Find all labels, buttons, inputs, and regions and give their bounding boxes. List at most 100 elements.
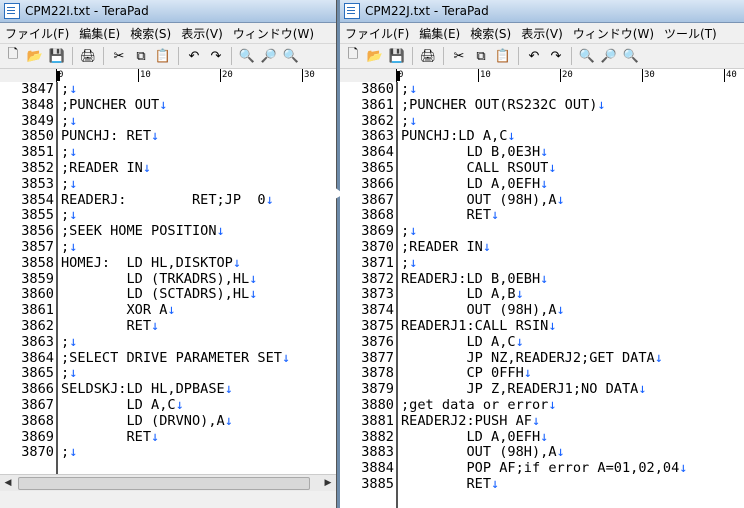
menu-tools[interactable]: ツール(T) [659, 25, 722, 42]
code-line[interactable]: XOR A↓ [61, 302, 290, 319]
code-line[interactable]: ;↓ [61, 239, 290, 256]
line-number: 3860 [361, 81, 394, 97]
menu-edit[interactable]: 編集(E) [74, 25, 125, 42]
find-icon[interactable]: 🔍 [238, 47, 256, 65]
left-editor[interactable]: 3847 3848 3849 3850 3851 3852 3853 3854 3855 3856… [0, 81, 336, 474]
right-titlebar[interactable]: CPM22J.txt - TeraPad [340, 0, 744, 23]
code-line[interactable]: READERJ2:PUSH AF↓ [401, 413, 687, 430]
menu-view[interactable]: 表示(V) [516, 25, 568, 42]
print-icon[interactable]: 🖨 [79, 47, 97, 65]
ruler-tick: 20 [560, 69, 573, 83]
code-line[interactable]: LD (DRVNO),A↓ [61, 413, 290, 430]
redo-icon[interactable]: ↷ [547, 47, 565, 65]
copy-icon[interactable]: ⧉ [132, 47, 150, 65]
code-line[interactable]: ;SEEK HOME POSITION↓ [61, 223, 290, 240]
code-line[interactable]: READERJ:LD B,0EBH↓ [401, 271, 687, 288]
code-line[interactable]: CP 0FFH↓ [401, 365, 687, 382]
open-icon[interactable]: 📂 [26, 47, 44, 65]
code-line[interactable]: ;↓ [401, 113, 687, 130]
code-line[interactable]: LD A,0EFH↓ [401, 176, 687, 193]
code-line[interactable]: ;↓ [61, 365, 290, 382]
save-icon[interactable]: 💾 [48, 47, 66, 65]
cut-icon[interactable]: ✂ [110, 47, 128, 65]
menu-file[interactable]: ファイル(F) [0, 25, 74, 42]
code-line[interactable]: ;READER IN↓ [61, 160, 290, 177]
menu-search[interactable]: 検索(S) [465, 25, 516, 42]
code-line[interactable]: RET↓ [61, 318, 290, 335]
menu-search[interactable]: 検索(S) [125, 25, 176, 42]
code-line[interactable]: LD (TRKADRS),HL↓ [61, 271, 290, 288]
line-number: 3860 [21, 286, 54, 303]
code-line[interactable]: LD A,C↓ [401, 334, 687, 351]
right-editor[interactable]: 3860 3861 3862 3863 3864 3865 3866 3867 3868 3869… [340, 81, 744, 508]
menu-file[interactable]: ファイル(F) [340, 25, 414, 42]
code-line[interactable]: JP Z,READERJ1;NO DATA↓ [401, 381, 687, 398]
copy-icon[interactable]: ⧉ [472, 47, 490, 65]
left-titlebar[interactable]: CPM22I.txt - TeraPad [0, 0, 336, 23]
redo-icon[interactable]: ↷ [207, 47, 225, 65]
code-line[interactable]: ;PUNCHER OUT(RS232C OUT)↓ [401, 97, 687, 114]
code-line[interactable]: ;↓ [61, 207, 290, 224]
code-line[interactable]: RET↓ [401, 207, 687, 224]
new-icon[interactable]: 🗋 [4, 47, 22, 65]
code-line[interactable]: LD B,0E3H↓ [401, 144, 687, 161]
code-line[interactable]: SELDSKJ:LD HL,DPBASE↓ [61, 381, 290, 398]
code-line[interactable]: HOMEJ: LD HL,DISKTOP↓ [61, 255, 290, 272]
find-prev-icon[interactable]: 🔍 [622, 47, 640, 65]
print-icon[interactable]: 🖨 [419, 47, 437, 65]
menu-window[interactable]: ウィンドウ(W) [568, 25, 659, 42]
save-icon[interactable]: 💾 [388, 47, 406, 65]
code-line[interactable]: JP NZ,READERJ2;GET DATA↓ [401, 350, 687, 367]
find-next-icon[interactable]: 🔎 [260, 47, 278, 65]
undo-icon[interactable]: ↶ [525, 47, 543, 65]
code-line[interactable]: PUNCHJ:LD A,C↓ [401, 128, 687, 145]
code-line[interactable]: READERJ1:CALL RSIN↓ [401, 318, 687, 335]
find-prev-icon[interactable]: 🔍 [282, 47, 300, 65]
paste-icon[interactable]: 📋 [154, 47, 172, 65]
code-line[interactable]: ;↓ [61, 334, 290, 351]
menu-view[interactable]: 表示(V) [176, 25, 228, 42]
code-line[interactable]: LD A,C↓ [61, 397, 290, 414]
code-line[interactable]: LD (SCTADRS),HL↓ [61, 286, 290, 303]
scroll-thumb[interactable] [18, 477, 310, 490]
code-line[interactable]: RET↓ [61, 429, 290, 446]
code-line[interactable]: OUT (98H),A↓ [401, 192, 687, 209]
code-line[interactable]: ;↓ [61, 144, 290, 161]
code-area[interactable]: ;↓ ;PUNCHER OUT↓ ;↓ PUNCHJ: RET↓ ;↓ ;READER I… [58, 81, 290, 474]
code-line[interactable]: LD A,B↓ [401, 286, 687, 303]
code-line[interactable]: OUT (98H),A↓ [401, 302, 687, 319]
code-line[interactable]: ;↓ [401, 81, 687, 98]
code-line[interactable]: ;get data or error↓ [401, 397, 687, 414]
code-line[interactable]: CALL RSOUT↓ [401, 160, 687, 177]
newline-mark-icon: ↓ [409, 254, 418, 271]
code-line[interactable]: READERJ: RET;JP 0↓ [61, 192, 290, 209]
code-line[interactable]: ;↓ [61, 81, 290, 98]
open-icon[interactable]: 📂 [366, 47, 384, 65]
code-line[interactable]: RET↓ [401, 476, 687, 493]
find-next-icon[interactable]: 🔎 [600, 47, 618, 65]
code-line[interactable]: OUT (98H),A↓ [401, 444, 687, 461]
scroll-right-icon[interactable]: ▶ [320, 475, 336, 491]
scroll-left-icon[interactable]: ◀ [0, 475, 16, 491]
code-line[interactable]: PUNCHJ: RET↓ [61, 128, 290, 145]
find-icon[interactable]: 🔍 [578, 47, 596, 65]
code-line-text: POP AF;if error A=01,02,04 [401, 460, 680, 477]
code-line[interactable]: ;↓ [61, 444, 290, 461]
menu-edit[interactable]: 編集(E) [414, 25, 465, 42]
cut-icon[interactable]: ✂ [450, 47, 468, 65]
paste-icon[interactable]: 📋 [494, 47, 512, 65]
code-line[interactable]: POP AF;if error A=01,02,04↓ [401, 460, 687, 477]
code-line[interactable]: LD A,0EFH↓ [401, 429, 687, 446]
code-area[interactable]: ;↓ ;PUNCHER OUT(RS232C OUT)↓ ;↓ PUNCHJ:LD A… [398, 81, 687, 508]
code-line[interactable]: ;↓ [401, 223, 687, 240]
code-line[interactable]: ;SELECT DRIVE PARAMETER SET↓ [61, 350, 290, 367]
code-line[interactable]: ;↓ [61, 113, 290, 130]
left-horizontal-scrollbar[interactable]: ◀ ▶ [0, 474, 336, 491]
new-icon[interactable]: 🗋 [344, 47, 362, 65]
code-line[interactable]: ;↓ [61, 176, 290, 193]
code-line[interactable]: ;READER IN↓ [401, 239, 687, 256]
undo-icon[interactable]: ↶ [185, 47, 203, 65]
code-line[interactable]: ;PUNCHER OUT↓ [61, 97, 290, 114]
menu-window[interactable]: ウィンドウ(W) [228, 25, 319, 42]
code-line[interactable]: ;↓ [401, 254, 687, 272]
